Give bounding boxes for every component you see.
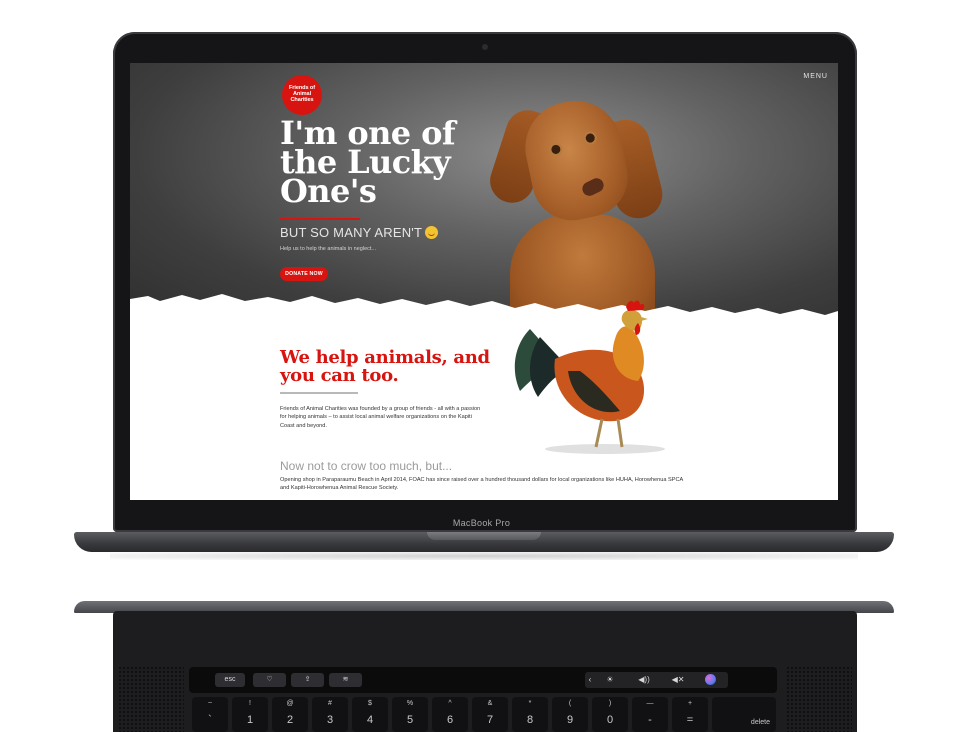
speaker-grille-right xyxy=(786,666,852,732)
browser-screen: MENU Friends of Animal Charities I'm one… xyxy=(130,63,838,500)
key-0[interactable]: ) 0 xyxy=(592,697,628,732)
volume-icon[interactable]: ◀)) xyxy=(630,673,658,687)
siri-icon[interactable] xyxy=(705,674,716,685)
donate-button[interactable]: DONATE NOW xyxy=(280,267,328,281)
speaker-grille-left xyxy=(118,666,184,732)
key-2[interactable]: @2 xyxy=(272,697,308,732)
key-3[interactable]: #3 xyxy=(312,697,348,732)
heart-icon[interactable]: ♡ xyxy=(253,673,286,687)
hero-divider xyxy=(280,218,360,220)
key-5[interactable]: % 5 xyxy=(392,697,428,732)
laptop-base xyxy=(74,532,894,552)
key-1[interactable]: ! 1 xyxy=(232,697,268,732)
charity-logo[interactable]: Friends of Animal Charities xyxy=(282,75,322,115)
key-equals[interactable]: + = xyxy=(672,697,708,732)
camera-icon xyxy=(482,44,488,50)
key-8[interactable]: * 8 xyxy=(512,697,548,732)
esc-key[interactable]: esc xyxy=(215,673,245,687)
delete-key[interactable]: delete xyxy=(712,697,776,732)
key-6[interactable]: ^ 6 xyxy=(432,697,468,732)
about-heading: We help animals, and you can too. xyxy=(280,347,490,386)
key-9[interactable]: (9 xyxy=(552,697,588,732)
menu-link[interactable]: MENU xyxy=(803,73,828,80)
share-icon[interactable]: ⇪ xyxy=(291,673,324,687)
achievements-heading: Now not to crow too much, but... xyxy=(280,459,453,473)
brightness-icon[interactable]: ☀ xyxy=(598,673,622,687)
opening-notch xyxy=(427,532,541,540)
hero-title: I'm one of the Lucky One's xyxy=(280,114,456,210)
rooster-image xyxy=(514,300,665,454)
key-7[interactable]: & 7 xyxy=(472,697,508,732)
mute-icon[interactable]: ◀✕ xyxy=(664,673,692,687)
key-backtick[interactable]: ~ ` xyxy=(192,697,228,732)
hero-subtitle: BUT SO MANY AREN'T xyxy=(280,225,439,240)
key-minus[interactable]: — - xyxy=(632,697,668,732)
key-4[interactable]: $4 xyxy=(352,697,388,732)
collapse-chevron-icon[interactable]: ‹ xyxy=(585,673,595,687)
about-divider xyxy=(280,392,358,394)
base-shadow xyxy=(110,552,858,560)
macbook-label: MacBook Pro xyxy=(452,518,511,528)
hero-tagline: Help us to help the animals in neglect..… xyxy=(280,246,377,252)
sliders-icon[interactable]: ≋ xyxy=(329,673,362,687)
about-paragraph: Friends of Animal Charities was founded … xyxy=(280,406,481,429)
achievements-paragraph: Opening shop in Paraparaumu Beach in Apr… xyxy=(280,477,683,492)
relieved-face-icon xyxy=(425,226,439,239)
